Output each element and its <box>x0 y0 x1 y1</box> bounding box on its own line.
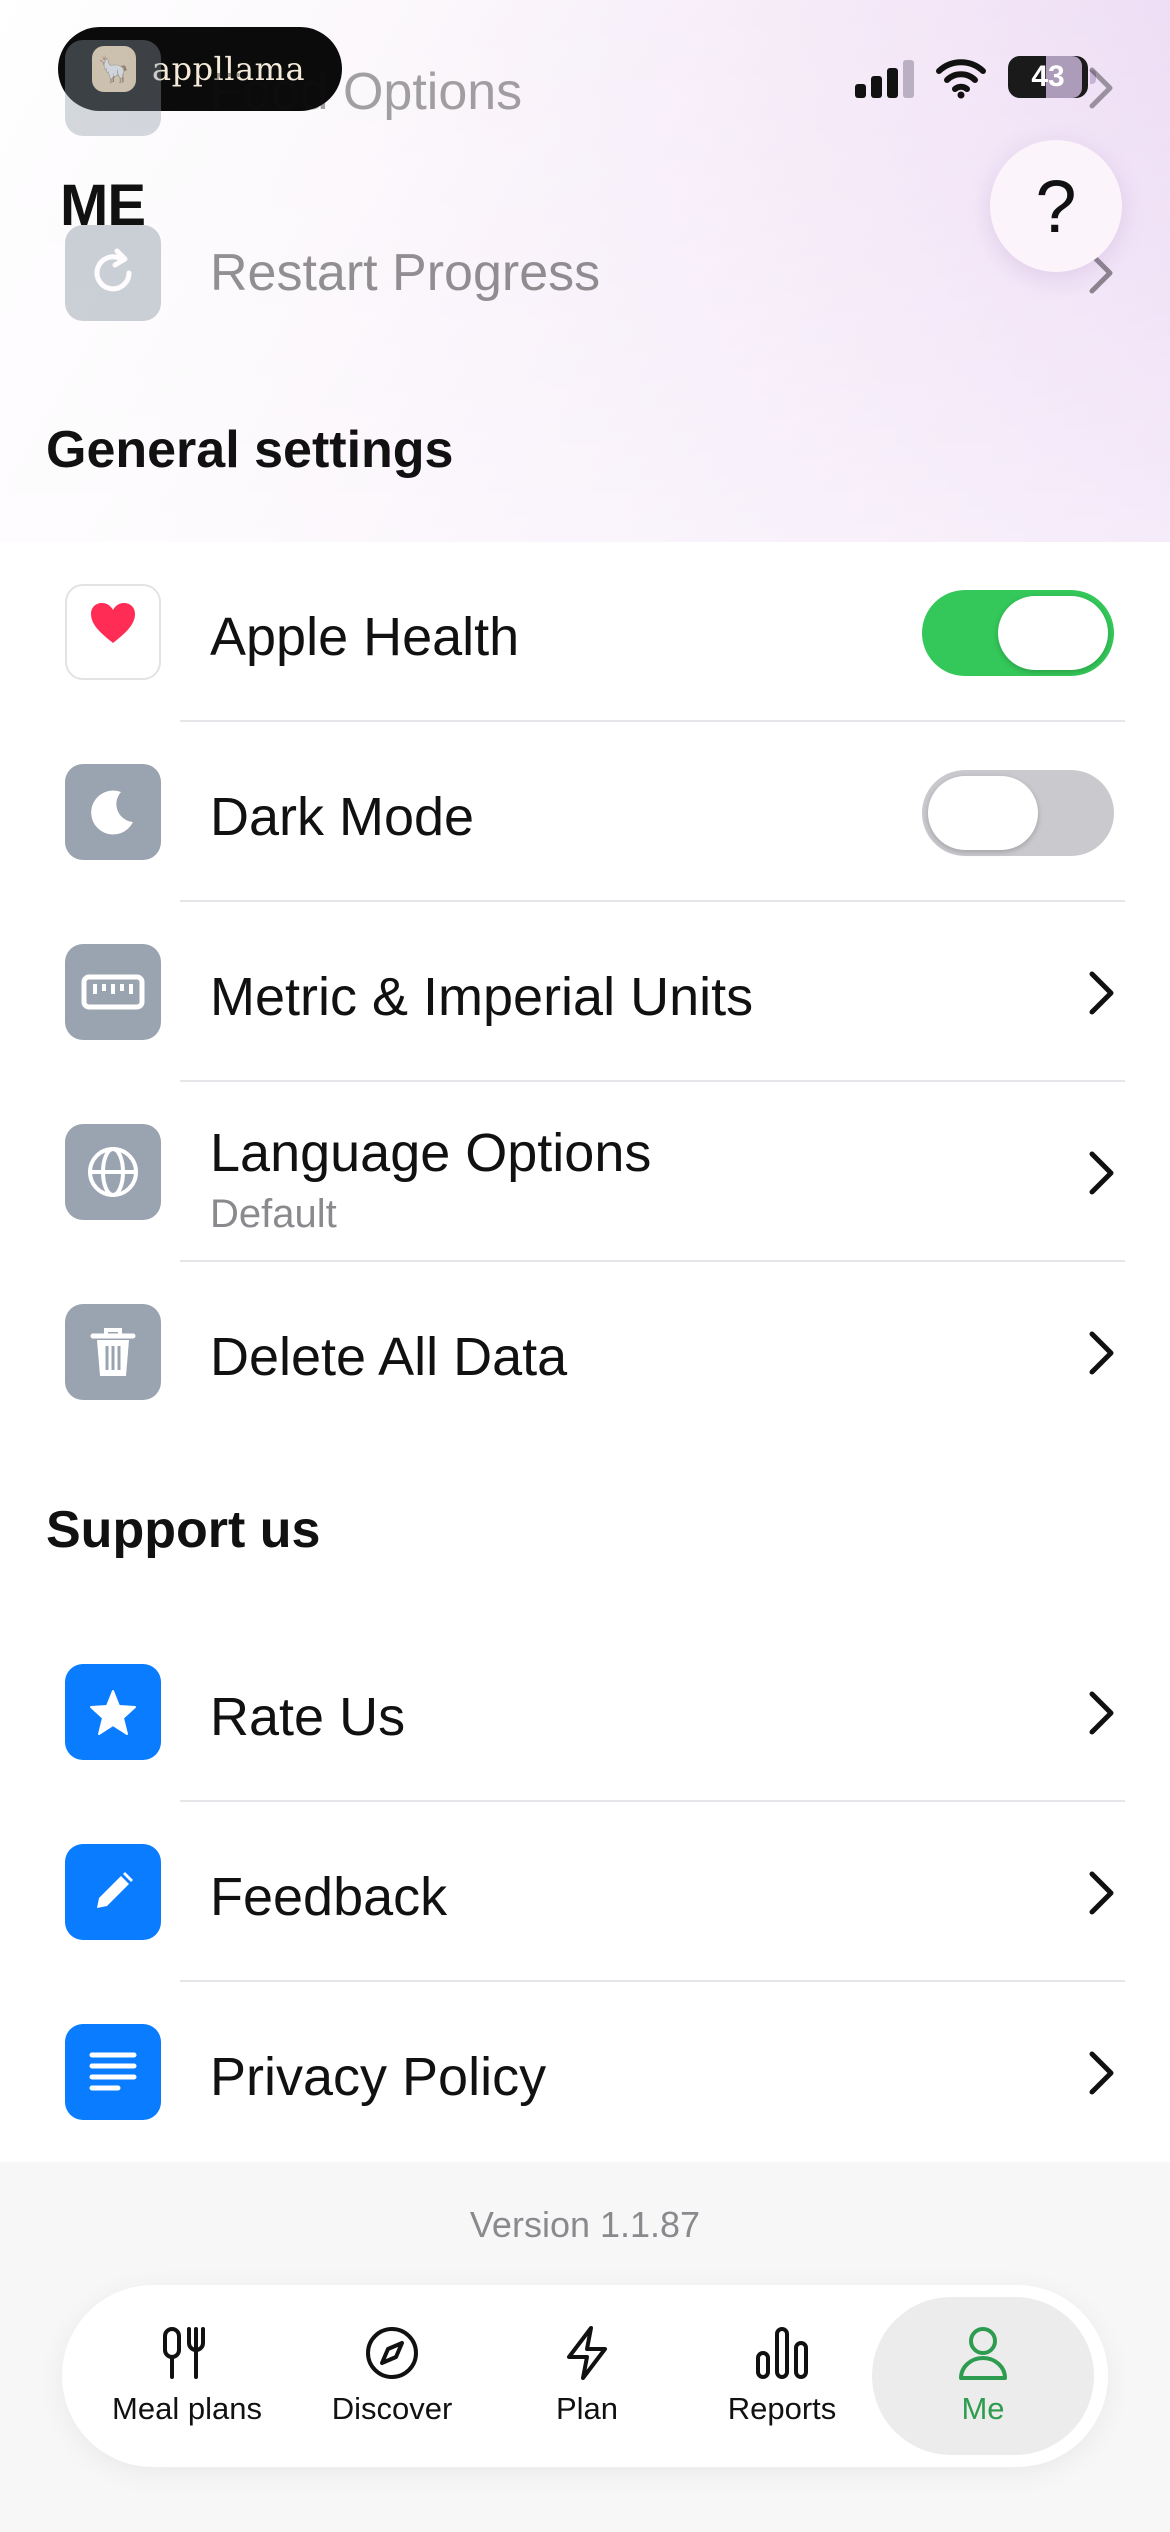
ghost-row-label: Restart Progress <box>210 244 601 302</box>
version-footer: Version 1.1.87 <box>0 2162 1170 2282</box>
tab-me[interactable]: Me <box>872 2297 1094 2455</box>
person-icon <box>959 2327 1007 2380</box>
globe-icon <box>65 1124 161 1220</box>
tab-meal-plans[interactable]: Meal plans <box>102 2297 272 2455</box>
setting-row-dark-mode: Dark Mode <box>0 722 1170 902</box>
chevron-right-icon <box>1089 971 1114 1015</box>
ghost-row-restart-progress: Restart Progress <box>0 225 1170 321</box>
row-label: Metric & Imperial Units <box>210 967 754 1027</box>
tab-label: Meal plans <box>112 2391 262 2426</box>
support-row-privacy-policy[interactable]: Privacy Policy <box>0 1982 1170 2162</box>
document-icon <box>65 2024 161 2120</box>
star-icon <box>65 1664 161 1760</box>
food-options-icon <box>65 40 161 136</box>
trash-icon <box>65 1304 161 1400</box>
setting-row-delete-data[interactable]: Delete All Data <box>0 1262 1170 1442</box>
tab-bar: Meal plans Discover Plan Reports Me <box>62 2285 1108 2467</box>
ghost-row-food-options: Food Options <box>0 40 1170 136</box>
chevron-right-icon <box>1089 1331 1114 1375</box>
chevron-right-icon <box>1089 67 1113 109</box>
ghost-row-label: Food Options <box>210 63 523 121</box>
question-mark-icon: ? <box>1035 164 1077 248</box>
lightning-icon <box>567 2326 607 2380</box>
tab-label: Reports <box>727 2391 837 2426</box>
section-title-general: General settings <box>46 421 454 479</box>
bar-chart-icon <box>756 2327 808 2379</box>
tab-label: Plan <box>555 2391 619 2426</box>
support-row-rate-us[interactable]: Rate Us <box>0 1622 1170 1802</box>
section-title-support: Support us <box>46 1501 321 1559</box>
restart-icon <box>65 225 161 321</box>
row-label: Rate Us <box>210 1687 406 1747</box>
tab-label: Me <box>961 2391 1005 2426</box>
help-button[interactable]: ? <box>990 140 1122 272</box>
ruler-icon <box>65 944 161 1040</box>
row-label: Apple Health <box>210 607 520 667</box>
setting-row-apple-health: Apple Health <box>0 542 1170 722</box>
row-label: Feedback <box>210 1867 448 1927</box>
compass-icon <box>366 2327 418 2379</box>
tab-discover[interactable]: Discover <box>312 2297 472 2455</box>
chevron-right-icon <box>1089 1871 1114 1915</box>
tab-reports[interactable]: Reports <box>702 2297 862 2455</box>
row-sublabel: Default <box>210 1192 337 1236</box>
row-label: Privacy Policy <box>210 2047 547 2107</box>
setting-row-language[interactable]: Language Options Default <box>0 1082 1170 1262</box>
meal-plans-icon <box>163 2327 205 2379</box>
version-text: Version 1.1.87 <box>469 2204 701 2245</box>
tab-label: Discover <box>331 2391 453 2426</box>
chevron-right-icon <box>1089 1151 1114 1195</box>
dark-mode-toggle[interactable] <box>922 770 1114 856</box>
support-row-feedback[interactable]: Feedback <box>0 1802 1170 1982</box>
chevron-right-icon <box>1089 2051 1114 2095</box>
heart-icon <box>65 584 161 680</box>
moon-icon <box>65 764 161 860</box>
page-title: ME <box>60 173 146 238</box>
apple-health-toggle[interactable] <box>922 590 1114 676</box>
me-screen: Food Options Restart Progress 🦙 appllama <box>0 0 1170 2532</box>
chevron-right-icon <box>1089 1691 1114 1735</box>
row-label: Dark Mode <box>210 787 475 847</box>
row-label: Language Options <box>210 1123 652 1183</box>
row-label: Delete All Data <box>210 1327 568 1387</box>
tab-plan[interactable]: Plan <box>522 2297 652 2455</box>
setting-row-units[interactable]: Metric & Imperial Units <box>0 902 1170 1082</box>
pencil-icon <box>65 1844 161 1940</box>
